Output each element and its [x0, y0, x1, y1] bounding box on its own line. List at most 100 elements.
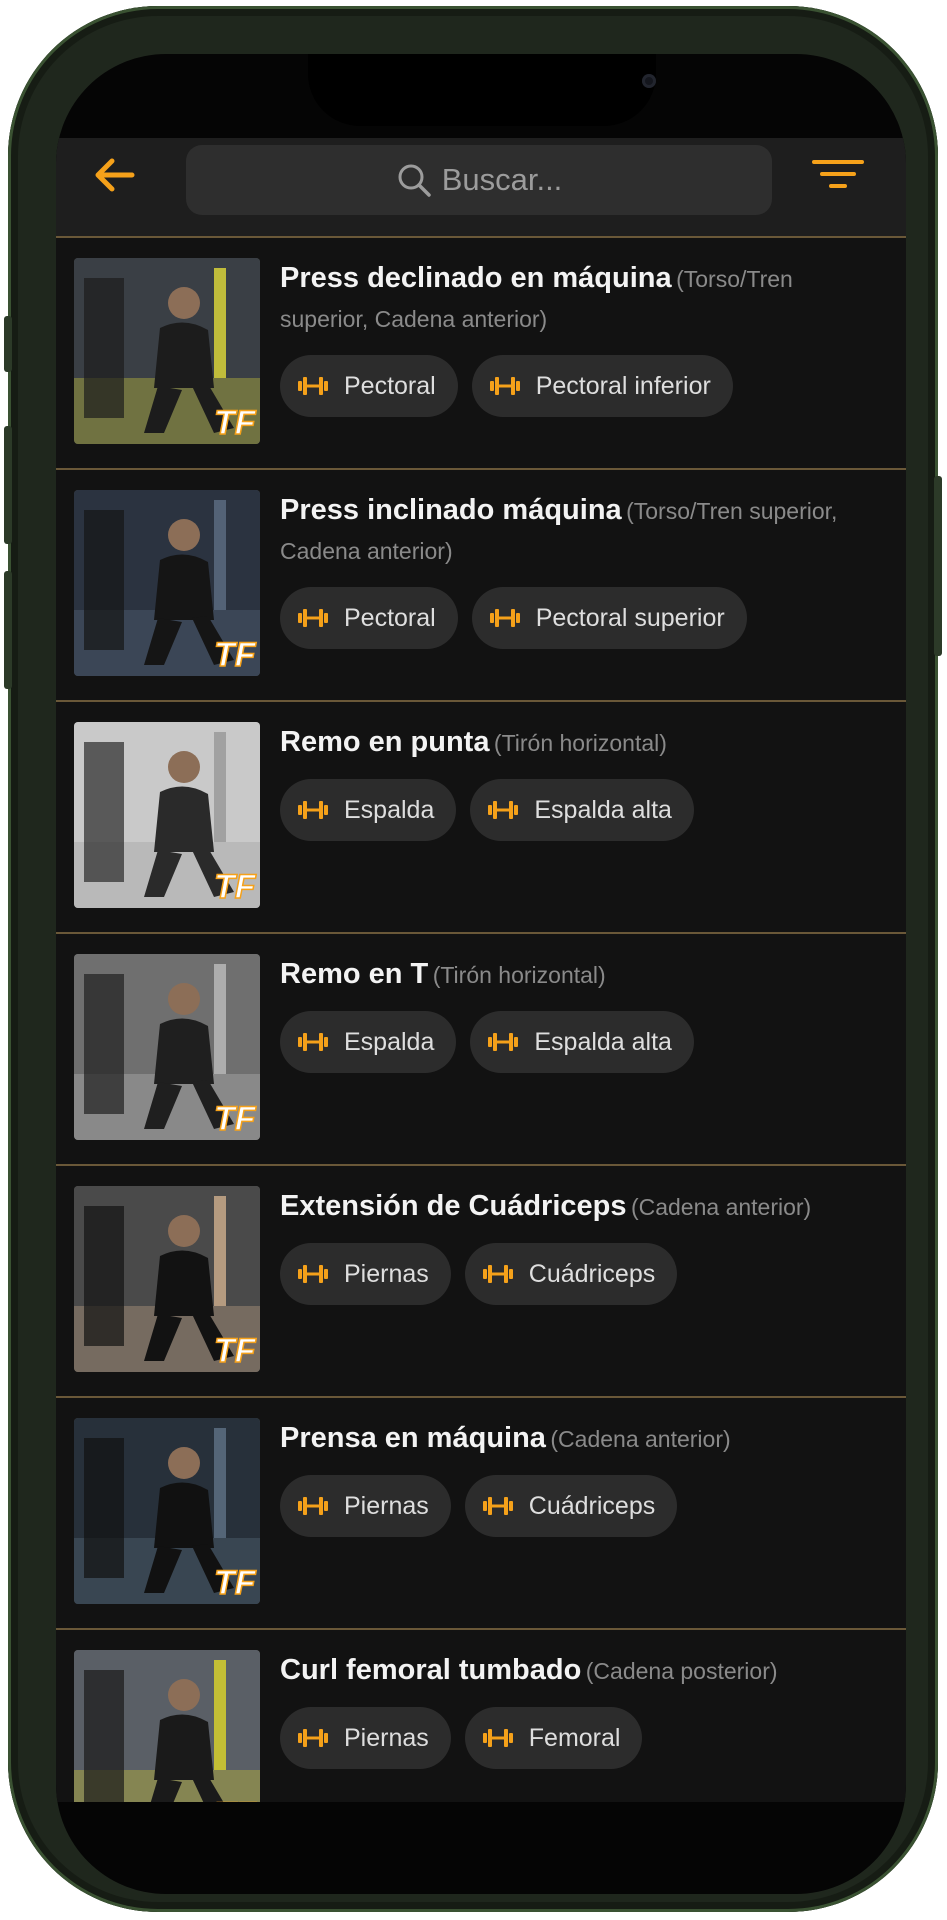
search-placeholder: Buscar... — [441, 162, 563, 197]
muscle-tag-label: Piernas — [344, 1723, 429, 1752]
exercise-heading: Extensión de Cuádriceps (Cadena anterior… — [280, 1188, 880, 1229]
muscle-tags: Pectoral Pectoral superior — [280, 587, 880, 649]
exercise-title[interactable]: Curl femoral tumbado — [280, 1654, 581, 1686]
exercise-title[interactable]: Press declinado en máquina — [280, 262, 672, 294]
filter-button[interactable] — [810, 150, 866, 200]
tf-logo: TF — [214, 636, 257, 674]
exercise-content: Press inclinado máquina (Torso/Tren supe… — [280, 492, 880, 649]
exercise-title[interactable]: Remo en T — [280, 958, 428, 990]
muscle-tag[interactable]: Pectoral superior — [471, 587, 747, 649]
dumbbell-icon — [488, 801, 519, 819]
muscle-tag[interactable]: Espalda alta — [470, 1011, 694, 1073]
tf-logo: TF — [214, 404, 257, 442]
exercise-item[interactable]: TF Press inclinado máquina (Torso/Tren su… — [56, 470, 906, 702]
exercise-thumbnail[interactable]: TF — [74, 722, 260, 908]
exercise-item[interactable]: TF Remo en punta (Tirón horizontal) Espald… — [56, 702, 906, 934]
muscle-tag-label: Cuádriceps — [528, 1259, 656, 1288]
back-button[interactable] — [90, 150, 140, 200]
dumbbell-icon — [482, 1265, 513, 1283]
tf-logo: TF — [214, 1332, 257, 1370]
tf-logo: TF — [214, 1564, 257, 1602]
muscle-tag[interactable]: Piernas — [280, 1475, 451, 1537]
volume-up-button — [4, 426, 12, 544]
dumbbell-icon — [298, 377, 328, 395]
exercise-heading: Remo en punta (Tirón horizontal) — [280, 724, 880, 765]
action-button — [4, 316, 12, 372]
muscle-tag-label: Pectoral inferior — [535, 371, 711, 400]
muscle-tag[interactable]: Espalda — [280, 779, 457, 841]
muscle-tag[interactable]: Cuádriceps — [464, 1243, 678, 1305]
filter-icon — [812, 160, 864, 188]
exercise-thumbnail[interactable]: TF — [74, 954, 260, 1140]
muscle-tag[interactable]: Piernas — [280, 1243, 451, 1305]
muscle-tag[interactable]: Espalda alta — [470, 779, 694, 841]
exercise-thumbnail[interactable]: TF — [74, 490, 260, 676]
muscle-tags: Piernas Femoral — [280, 1707, 880, 1769]
muscle-tag[interactable]: Femoral — [464, 1707, 643, 1769]
dumbbell-icon — [298, 801, 328, 819]
exercise-list: TF Press declinado en máquina (Torso/Tren… — [56, 238, 906, 1802]
exercise-title[interactable]: Press inclinado máquina — [280, 494, 622, 526]
dumbbell-icon — [298, 609, 328, 627]
muscle-tag-label: Espalda — [344, 795, 435, 824]
exercise-content: Press declinado en máquina (Torso/Tren s… — [280, 260, 880, 417]
dumbbell-icon — [298, 1033, 328, 1051]
muscle-tag[interactable]: Pectoral — [280, 587, 458, 649]
exercise-thumbnail[interactable]: TF — [74, 1186, 260, 1372]
dumbbell-icon — [482, 1497, 513, 1515]
muscle-tags: Espalda Espalda alta — [280, 779, 880, 841]
tf-logo: TF — [214, 1796, 257, 1802]
exercise-heading: Press declinado en máquina (Torso/Tren s… — [280, 260, 880, 341]
exercise-item[interactable]: TF Curl femoral tumbado (Cadena posterior… — [56, 1630, 906, 1802]
exercise-heading: Prensa en máquina (Cadena anterior) — [280, 1420, 880, 1461]
exercise-title[interactable]: Extensión de Cuádriceps — [280, 1190, 627, 1222]
exercise-thumbnail[interactable]: TF — [74, 258, 260, 444]
exercise-heading: Curl femoral tumbado (Cadena posterior) — [280, 1652, 880, 1693]
muscle-tags: Espalda Espalda alta — [280, 1011, 880, 1073]
dumbbell-icon — [298, 1729, 328, 1747]
exercise-title[interactable]: Remo en punta — [280, 726, 489, 758]
exercise-title[interactable]: Prensa en máquina — [280, 1422, 546, 1454]
power-button — [934, 476, 942, 656]
exercise-content: Prensa en máquina (Cadena anterior) Piern… — [280, 1420, 880, 1537]
exercise-list-screen: Buscar... TF Press declinado en máquina (… — [56, 138, 906, 1802]
exercise-item[interactable]: TF Remo en T (Tirón horizontal) Espalda Esp… — [56, 934, 906, 1166]
search-icon — [398, 164, 431, 197]
top-bar: Buscar... — [56, 138, 906, 238]
muscle-tag-label: Espalda alta — [534, 795, 672, 824]
exercise-thumbnail[interactable]: TF — [74, 1650, 260, 1802]
muscle-tag[interactable]: Cuádriceps — [464, 1475, 678, 1537]
exercise-content: Curl femoral tumbado (Cadena posterior) P… — [280, 1652, 880, 1769]
exercise-item[interactable]: TF Prensa en máquina (Cadena anterior) Pie… — [56, 1398, 906, 1630]
muscle-tags: Piernas Cuádriceps — [280, 1475, 880, 1537]
dumbbell-icon — [298, 1497, 328, 1515]
exercise-category: (Tirón horizontal) — [432, 962, 606, 988]
muscle-tag-label: Espalda alta — [534, 1027, 672, 1056]
search-input[interactable]: Buscar... — [186, 145, 772, 215]
phone-frame: Buscar... TF Press declinado en máquina (… — [4, 6, 942, 1912]
muscle-tag[interactable]: Pectoral inferior — [471, 355, 733, 417]
dumbbell-icon — [482, 1729, 513, 1747]
muscle-tag-label: Piernas — [344, 1491, 429, 1520]
muscle-tags: Pectoral Pectoral inferior — [280, 355, 880, 417]
exercise-content: Extensión de Cuádriceps (Cadena anterior… — [280, 1188, 880, 1305]
camera-icon — [642, 74, 656, 88]
exercise-item[interactable]: TF Press declinado en máquina (Torso/Tren… — [56, 238, 906, 470]
exercise-category: (Cadena posterior) — [585, 1658, 778, 1684]
tf-logo: TF — [214, 868, 257, 906]
dumbbell-icon — [489, 609, 520, 627]
exercise-heading: Press inclinado máquina (Torso/Tren supe… — [280, 492, 880, 573]
muscle-tag[interactable]: Pectoral — [280, 355, 458, 417]
dumbbell-icon — [489, 377, 520, 395]
exercise-item[interactable]: TF Extensión de Cuádriceps (Cadena anteri… — [56, 1166, 906, 1398]
muscle-tag-label: Pectoral — [344, 371, 436, 400]
muscle-tag[interactable]: Espalda — [280, 1011, 457, 1073]
muscle-tag-label: Espalda — [344, 1027, 435, 1056]
muscle-tag[interactable]: Piernas — [280, 1707, 451, 1769]
exercise-category: (Tirón horizontal) — [493, 730, 667, 756]
exercise-thumbnail[interactable]: TF — [74, 1418, 260, 1604]
tf-logo: TF — [214, 1100, 257, 1138]
arrow-left-icon — [95, 158, 135, 192]
notch — [308, 54, 656, 126]
muscle-tag-label: Pectoral superior — [535, 603, 725, 632]
